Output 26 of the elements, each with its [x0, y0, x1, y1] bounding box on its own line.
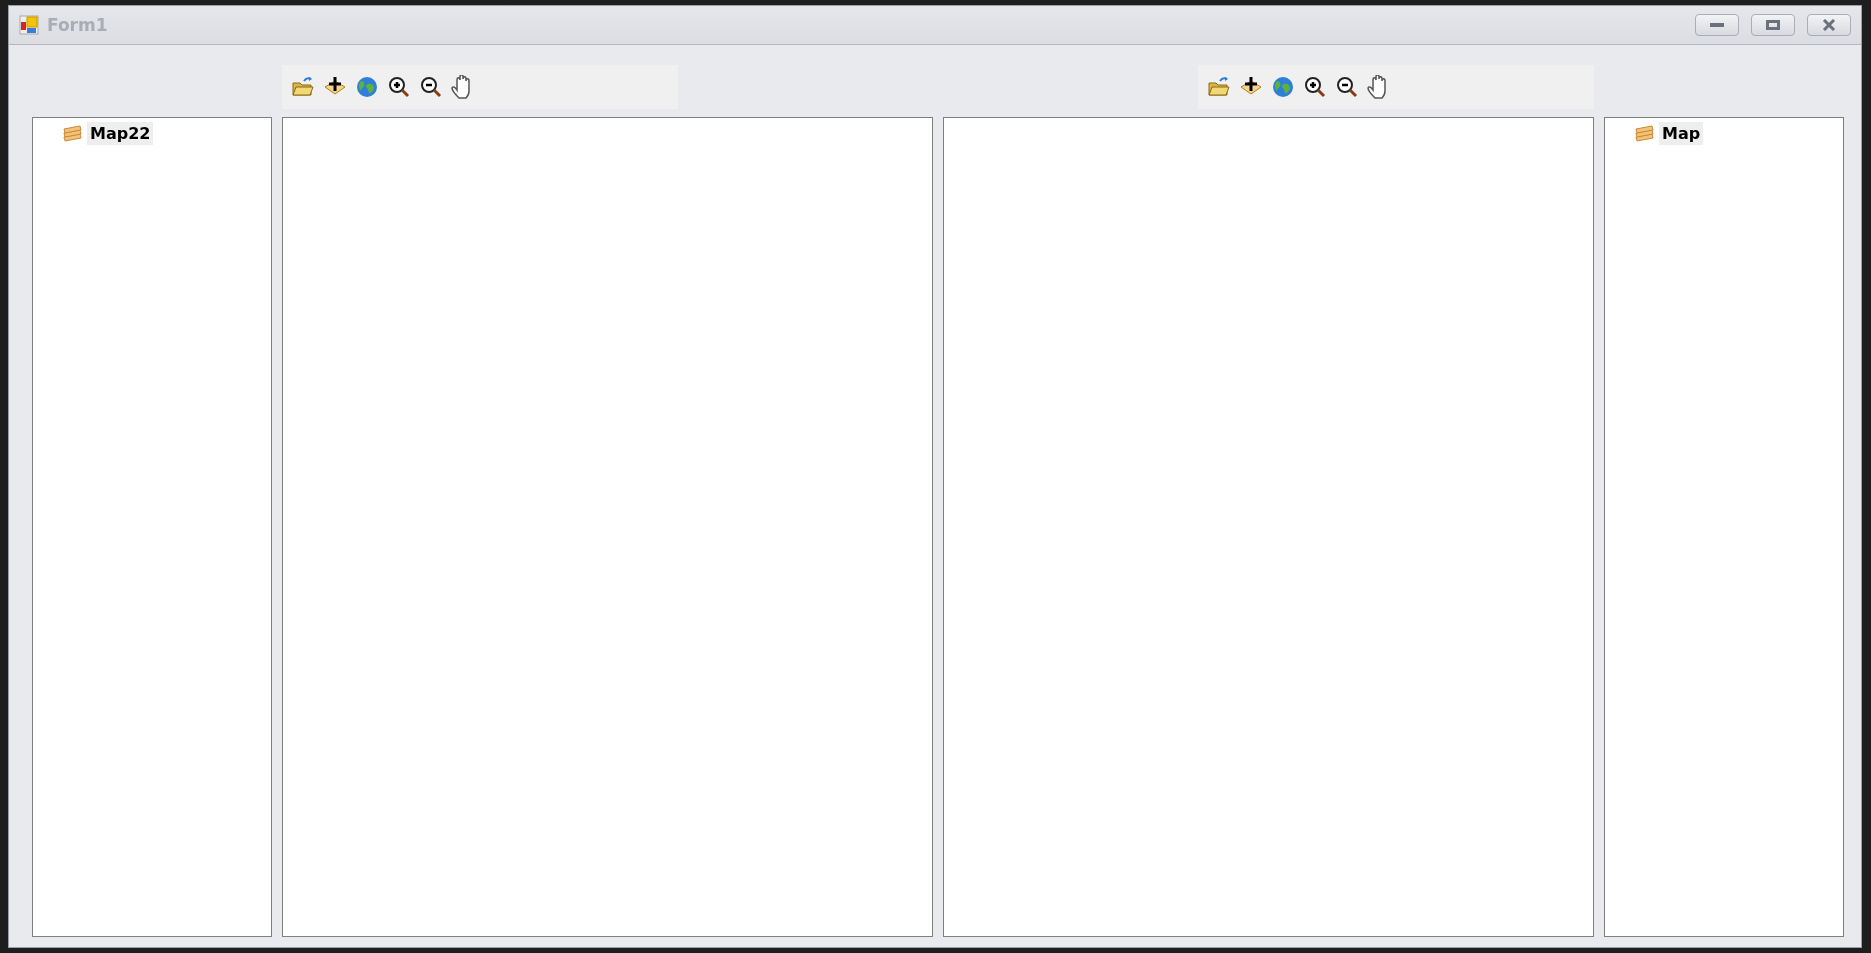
tree-item[interactable]: Map22 — [87, 122, 154, 145]
zoom-in-icon — [1303, 75, 1327, 99]
globe-icon — [355, 75, 379, 99]
tree-item[interactable]: Map — [1659, 122, 1704, 145]
layers-icon — [61, 124, 83, 143]
layers-icon — [1633, 124, 1655, 143]
minimize-button[interactable] — [1695, 14, 1739, 36]
minimize-icon — [1710, 23, 1724, 27]
zoom-out-icon — [419, 75, 443, 99]
form-icon — [19, 15, 39, 35]
window-title: Form1 — [47, 15, 108, 35]
close-icon — [1822, 19, 1836, 31]
zoom-in-button[interactable] — [1302, 74, 1328, 100]
close-button[interactable] — [1807, 14, 1851, 36]
globe-button[interactable] — [354, 74, 380, 100]
globe-button[interactable] — [1270, 74, 1296, 100]
zoom-in-icon — [387, 75, 411, 99]
globe-icon — [1271, 75, 1295, 99]
zoom-out-button[interactable] — [418, 74, 444, 100]
zoom-in-button[interactable] — [386, 74, 412, 100]
maximize-button[interactable] — [1751, 14, 1795, 36]
zoom-out-button[interactable] — [1334, 74, 1360, 100]
maximize-icon — [1766, 20, 1780, 30]
zoom-out-icon — [1335, 75, 1359, 99]
open-folder-icon — [291, 75, 315, 99]
open-folder-icon — [1207, 75, 1231, 99]
